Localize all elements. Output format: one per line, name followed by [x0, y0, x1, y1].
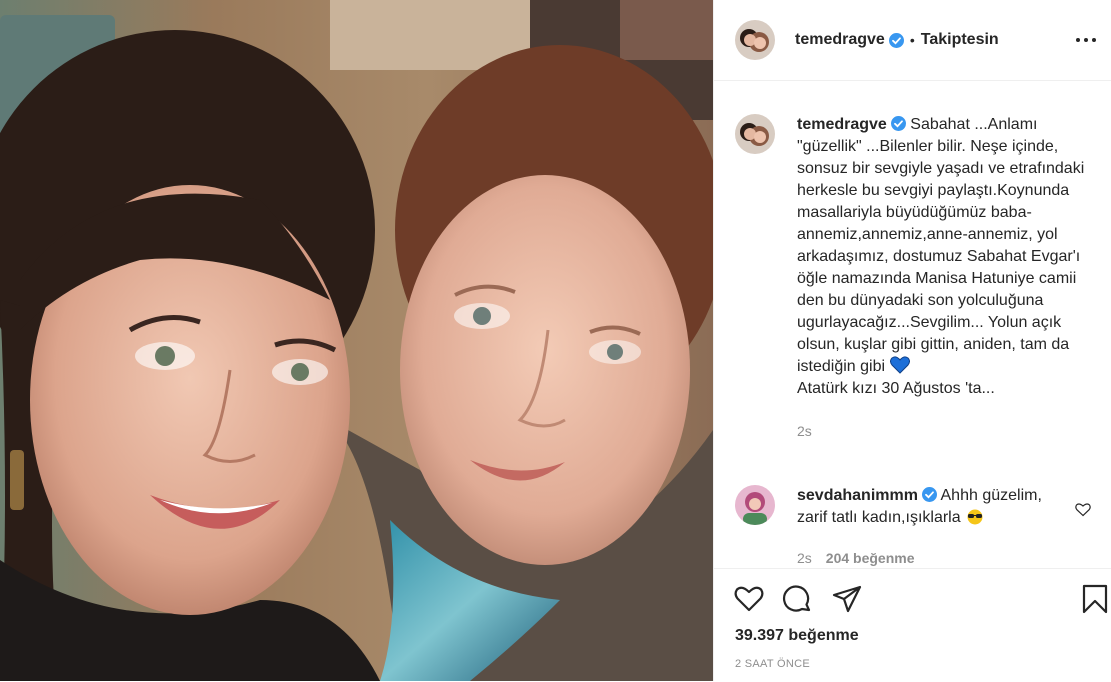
caption-time[interactable]: 2s — [797, 420, 1097, 442]
comment-item: sevdahanimmm Ahhh güzelim, zarif tatlı k… — [735, 485, 1105, 568]
post-actions-bar: 39.397 beğenme 2 SAAT ÖNCE — [714, 568, 1111, 682]
follow-status-button[interactable]: Takiptesin — [921, 31, 999, 49]
caption-username[interactable]: temedragve — [797, 116, 887, 133]
sunglasses-emoji-icon — [965, 509, 985, 525]
comment-bubble-icon[interactable] — [782, 584, 812, 619]
caption-block: temedragve Sabahat ...Anlamı "güzellik" … — [735, 114, 1105, 442]
comment-like-heart-icon[interactable] — [1075, 502, 1091, 517]
caption-text-block: temedragve Sabahat ...Anlamı "güzellik" … — [797, 114, 1097, 442]
comments-area[interactable]: temedragve Sabahat ...Anlamı "güzellik" … — [714, 81, 1111, 568]
more-options-icon[interactable] — [1075, 30, 1097, 50]
post-photo[interactable] — [0, 0, 713, 681]
comment-likes[interactable]: 204 beğenme — [826, 550, 915, 566]
save-bookmark-icon[interactable] — [1082, 584, 1108, 619]
separator-dot: • — [909, 32, 915, 48]
blue-heart-emoji-icon — [889, 356, 910, 374]
comment-text-block: sevdahanimmm Ahhh güzelim, zarif tatlı k… — [797, 485, 1067, 568]
verified-badge-icon — [890, 116, 906, 131]
share-plane-icon[interactable] — [832, 585, 862, 618]
commenter-username[interactable]: sevdahanimmm — [797, 487, 918, 504]
author-avatar[interactable] — [735, 20, 775, 60]
verified-badge-icon — [921, 487, 937, 502]
comment-time[interactable]: 2s — [797, 550, 812, 566]
likes-count[interactable]: 39.397 beğenme — [735, 627, 859, 645]
post-side-panel: temedragve • Takiptesin temedragve Sabah… — [713, 0, 1111, 681]
posted-timestamp[interactable]: 2 SAAT ÖNCE — [735, 658, 810, 670]
verified-badge-icon — [888, 32, 904, 48]
caption-author-avatar[interactable] — [735, 114, 775, 154]
caption-body: Sabahat ...Anlamı "güzellik" ...Bilenler… — [797, 116, 1085, 375]
commenter-avatar[interactable] — [735, 485, 775, 525]
like-heart-icon[interactable] — [734, 585, 764, 617]
author-username[interactable]: temedragve — [795, 31, 885, 49]
post-header: temedragve • Takiptesin — [714, 0, 1111, 81]
comment-meta: 2s 204 beğenme — [797, 547, 1067, 568]
caption-tail: Atatürk kızı 30 Ağustos 'ta... — [797, 380, 995, 397]
instagram-post: temedragve • Takiptesin temedragve Sabah… — [0, 0, 1111, 681]
selfie-photo-illustration — [0, 0, 713, 681]
